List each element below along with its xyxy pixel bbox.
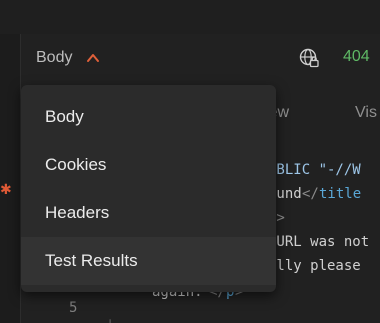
fold-marker-icon: ⊢ (109, 312, 117, 323)
status-code[interactable]: 404 (343, 48, 370, 66)
body-section-toggle[interactable]: Body (36, 46, 100, 70)
code-tag: title (319, 186, 362, 202)
menu-item-label: Body (45, 107, 84, 126)
code-text: URL was not (268, 234, 370, 250)
menu-item-cookies[interactable]: Cookies (21, 141, 276, 189)
menu-item-body[interactable]: Body (21, 93, 276, 141)
line-number: 5 (69, 300, 78, 316)
response-panel: ✱ Body 404 iew Vis UBLIC "-//W ound </ t… (0, 0, 380, 323)
menu-item-test-results[interactable]: Test Results (21, 237, 276, 285)
top-strip (0, 0, 380, 35)
menu-item-headers[interactable]: Headers (21, 189, 276, 237)
code-text: ally please (268, 258, 361, 274)
response-header: Body 404 (21, 34, 380, 82)
menu-item-label: Cookies (45, 155, 107, 174)
body-toggle-label: Body (36, 49, 73, 66)
code-text: UBLIC "-//W (268, 162, 361, 178)
body-view-dropdown: Body Cookies Headers Test Results (21, 85, 276, 292)
menu-item-label: Test Results (45, 251, 138, 270)
gutter-marker-icon: ✱ (0, 181, 12, 197)
menu-item-label: Headers (45, 203, 110, 222)
tab-visualize[interactable]: Vis (355, 104, 377, 122)
globe-lock-icon[interactable] (298, 47, 320, 69)
chevron-up-icon (87, 54, 100, 62)
left-gutter: ✱ (0, 34, 21, 323)
code-punctuation: </ (302, 186, 319, 202)
